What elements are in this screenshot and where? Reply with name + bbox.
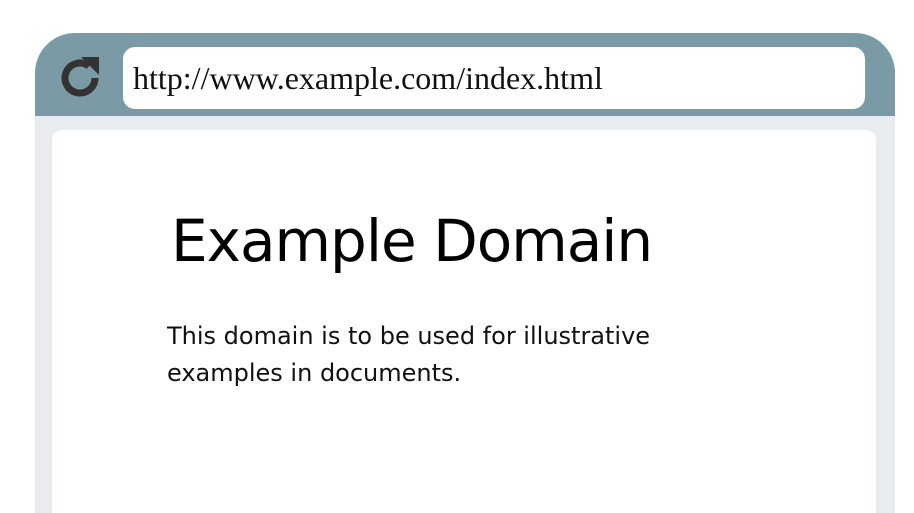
- browser-toolbar: [35, 33, 895, 116]
- address-bar[interactable]: [123, 47, 865, 109]
- reload-icon: [61, 57, 99, 97]
- page-content: Example Domain This domain is to be used…: [52, 130, 876, 513]
- reload-button[interactable]: [53, 51, 107, 105]
- page-title: Example Domain: [171, 207, 653, 275]
- browser-window: Example Domain This domain is to be used…: [35, 33, 895, 513]
- page-description: This domain is to be used for illustrati…: [167, 322, 651, 387]
- url-input[interactable]: [133, 59, 855, 97]
